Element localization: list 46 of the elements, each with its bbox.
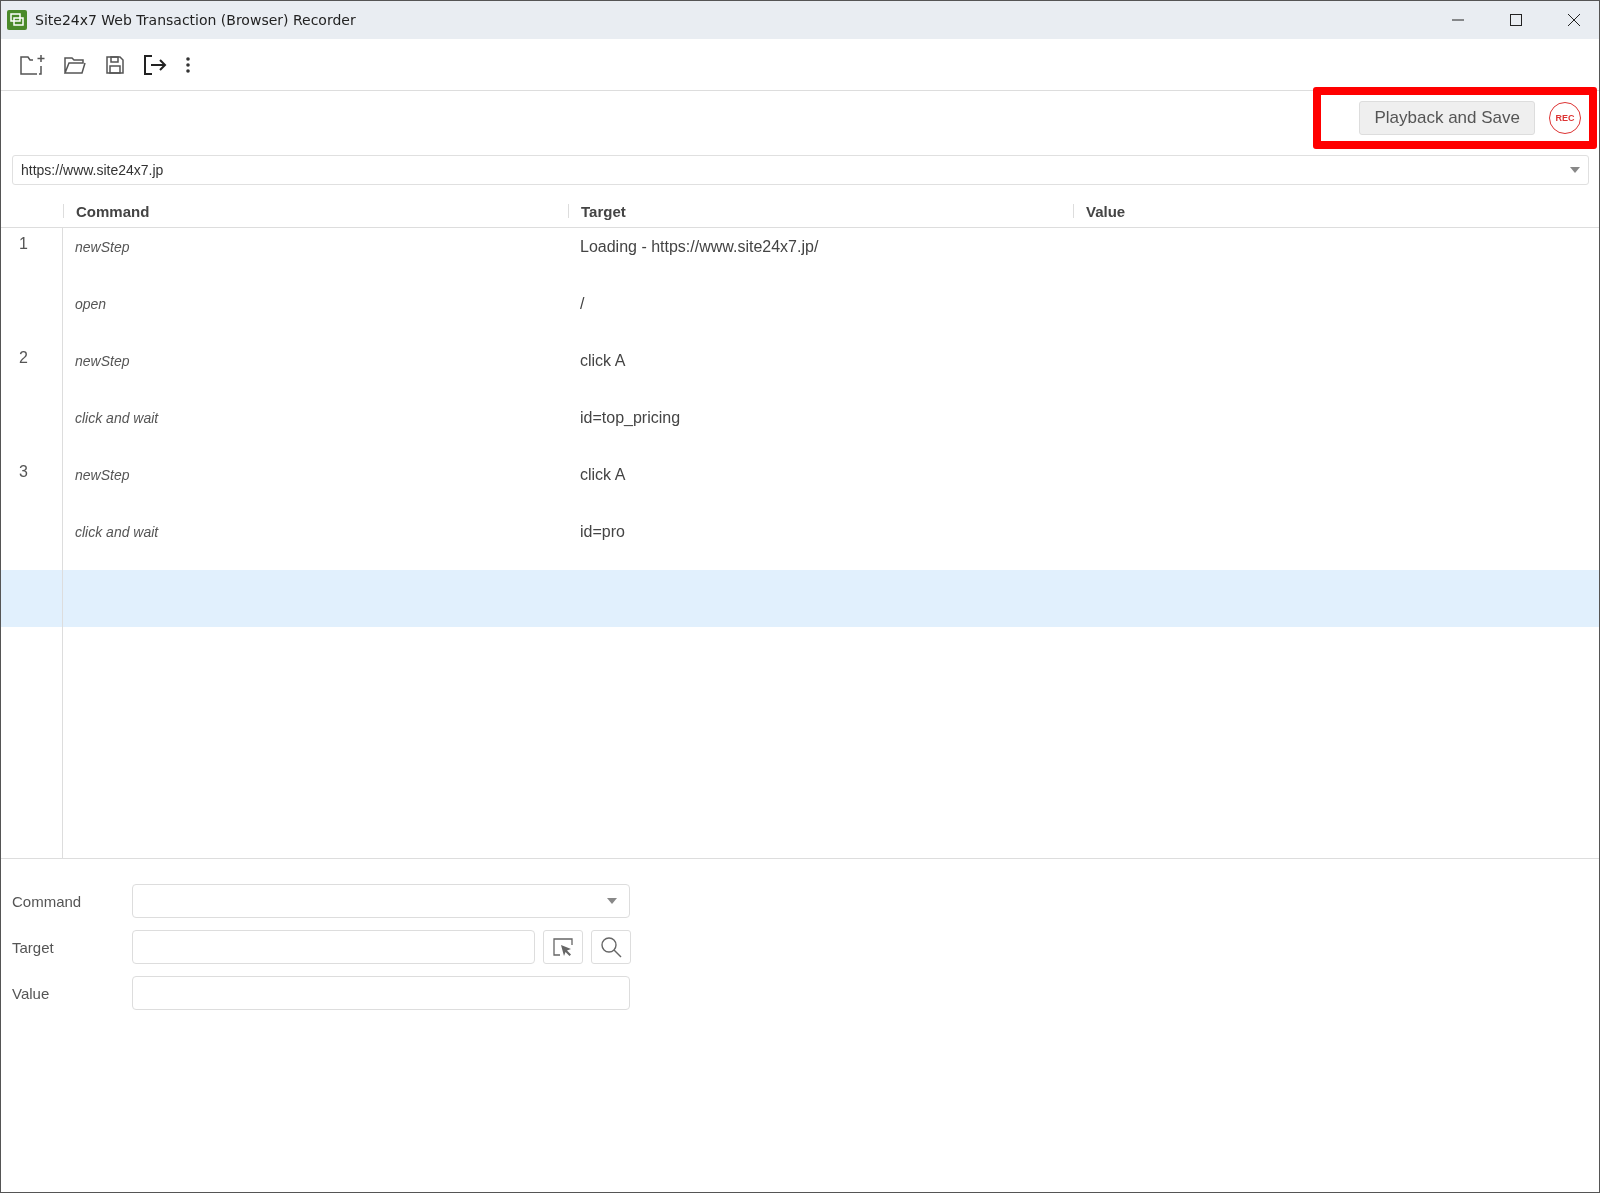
command-cell: newStep [75,239,130,255]
target-cell: id=pro [580,523,625,540]
value-input[interactable] [132,976,630,1010]
app-icon [7,10,27,30]
target-cell: id=top_pricing [580,409,681,426]
table-row[interactable]: click and wait id=top_pricing [1,399,1599,456]
column-header: Command [76,202,150,220]
folder-icon[interactable] [63,54,87,75]
target-cell: click A [580,352,626,369]
caret-icon [1570,167,1580,173]
table-row[interactable]: open / [1,285,1599,342]
url-dropdown[interactable]: https://www.site24x7.jp [12,155,1589,185]
target-label: Target [11,938,55,956]
command-cell: click and wait [75,524,159,540]
close-icon[interactable] [1567,13,1581,27]
target-cell: / [580,295,585,312]
search-icon [600,936,622,958]
step-number: 2 [18,348,29,367]
target-input[interactable] [132,930,535,964]
element-picker-button[interactable] [543,930,583,964]
command-cell: newStep [75,467,130,483]
maximize-icon[interactable] [1509,13,1523,27]
target-cell: Loading - https://www.site24x7.jp/ [580,238,819,255]
playback-and-save-button[interactable]: Playback and Save [1359,101,1535,135]
window-title: Site24x7 Web Transaction (Browser) Recorder [35,12,356,28]
save-icon[interactable] [105,54,125,75]
command-cell: newStep [75,353,130,369]
export-icon[interactable] [143,53,167,76]
table-row[interactable]: 1 newStep Loading - https://www.site24x7.jp/ [1,228,1599,285]
column-header: Target [581,202,626,220]
command-cell: click and wait [75,410,159,426]
pointer-icon [552,937,574,957]
target-cell: click A [580,466,626,483]
command-cell: open [75,296,107,312]
caret-icon [607,898,617,904]
search-button[interactable] [591,930,631,964]
step-number: 1 [18,234,29,253]
table-row[interactable]: 2 newStep click A [1,342,1599,399]
record-button[interactable]: REC [1549,102,1581,134]
value-label: Value [11,984,51,1002]
new-folder-icon[interactable] [19,53,45,76]
step-number: 3 [18,462,29,481]
more-icon[interactable] [185,55,191,74]
column-header: Value [1086,202,1126,220]
table-row[interactable]: 3 newStep click A [1,456,1599,513]
command-label: Command [11,892,83,910]
